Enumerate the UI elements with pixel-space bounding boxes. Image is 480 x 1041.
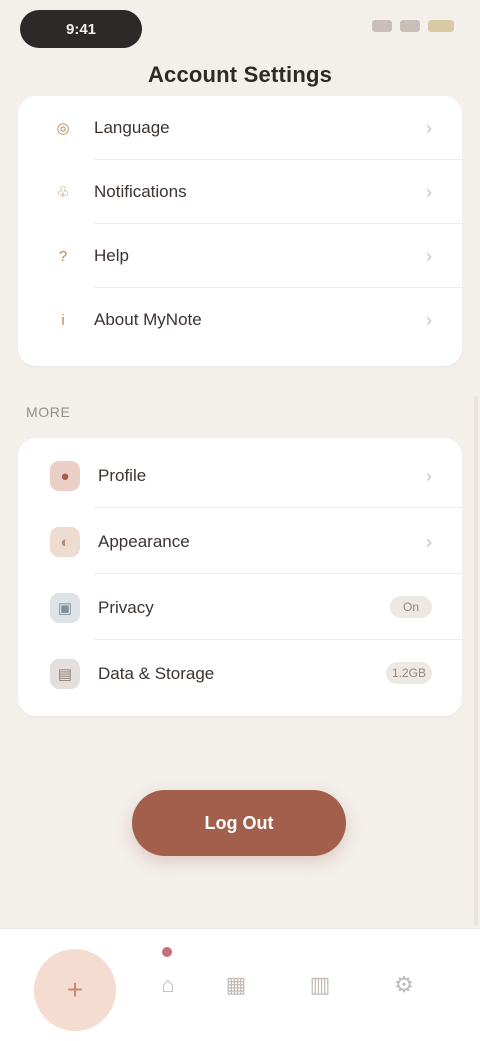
settings-icon[interactable]: ⚙: [382, 963, 426, 1007]
globe-icon: ◎: [56, 120, 70, 137]
settings-row-profile[interactable]: ● Profile ›: [18, 444, 462, 508]
row-divider: [94, 507, 462, 508]
info-icon: i: [61, 311, 65, 329]
settings-row-label: Notifications: [94, 182, 187, 201]
add-button[interactable]: +: [34, 949, 116, 1031]
settings-row-label: Appearance: [98, 532, 190, 551]
status-bar: 9:41: [0, 0, 480, 62]
wifi-icon: [400, 20, 420, 32]
question-icon: ?: [58, 247, 68, 265]
settings-card-general: ◎ Language › ♧ Notifications › ? Help › …: [18, 96, 462, 366]
settings-row-label: Profile: [98, 466, 147, 485]
settings-row-appearance[interactable]: ◐ Appearance ›: [18, 510, 462, 574]
profile-icon: ●: [50, 461, 80, 491]
chevron-right-icon: ›: [426, 246, 432, 266]
section-heading-more: More: [26, 404, 71, 420]
settings-row-label: Privacy: [98, 598, 154, 617]
chevron-right-icon: ›: [426, 182, 432, 202]
settings-row-language[interactable]: ◎ Language ›: [18, 96, 462, 160]
row-divider: [94, 639, 462, 640]
settings-row-privacy[interactable]: ▣ Privacy On: [18, 576, 462, 640]
row-divider: [94, 573, 462, 574]
lock-icon: ▣: [50, 593, 80, 623]
signal-icon: [372, 20, 392, 32]
storage-icon: ▤: [50, 659, 80, 689]
storage-badge: 1.2GB: [385, 662, 432, 684]
settings-row-help[interactable]: ? Help ›: [18, 224, 462, 288]
settings-row-notifications[interactable]: ♧ Notifications ›: [18, 160, 462, 224]
palette-icon: ◐: [50, 527, 80, 557]
settings-row-storage[interactable]: ▤ Data & Storage 1.2GB: [18, 642, 462, 706]
log-out-button[interactable]: Log Out: [132, 790, 346, 856]
status-time-pill: 9:41: [20, 10, 142, 48]
chevron-right-icon: ›: [426, 532, 432, 552]
stats-icon[interactable]: ▥: [298, 963, 342, 1007]
bottom-navigation: + ⌂ ▦ ▥ ⚙: [0, 928, 480, 1041]
settings-row-label: Help: [94, 246, 129, 265]
settings-card-more: ● Profile › ◐ Appearance › ▣ Privacy On …: [18, 438, 462, 716]
settings-row-about[interactable]: i About MyNote ›: [18, 288, 462, 352]
status-time: 9:41: [65, 20, 97, 38]
chevron-right-icon: ›: [426, 118, 432, 138]
chevron-right-icon: ›: [426, 466, 432, 486]
bell-icon: ♧: [56, 184, 70, 201]
chevron-right-icon: ›: [426, 310, 432, 330]
notification-dot: [162, 947, 172, 957]
status-badge: On: [390, 596, 432, 618]
calendar-icon[interactable]: ▦: [214, 963, 258, 1007]
scrollbar[interactable]: [474, 396, 478, 926]
settings-row-label: Language: [94, 118, 170, 137]
status-indicators: [372, 20, 454, 32]
battery-icon: [428, 20, 454, 32]
page-title: Account Settings: [147, 62, 333, 87]
home-icon[interactable]: ⌂: [146, 963, 190, 1007]
settings-row-label: About MyNote: [94, 310, 202, 329]
settings-row-label: Data & Storage: [98, 664, 215, 683]
